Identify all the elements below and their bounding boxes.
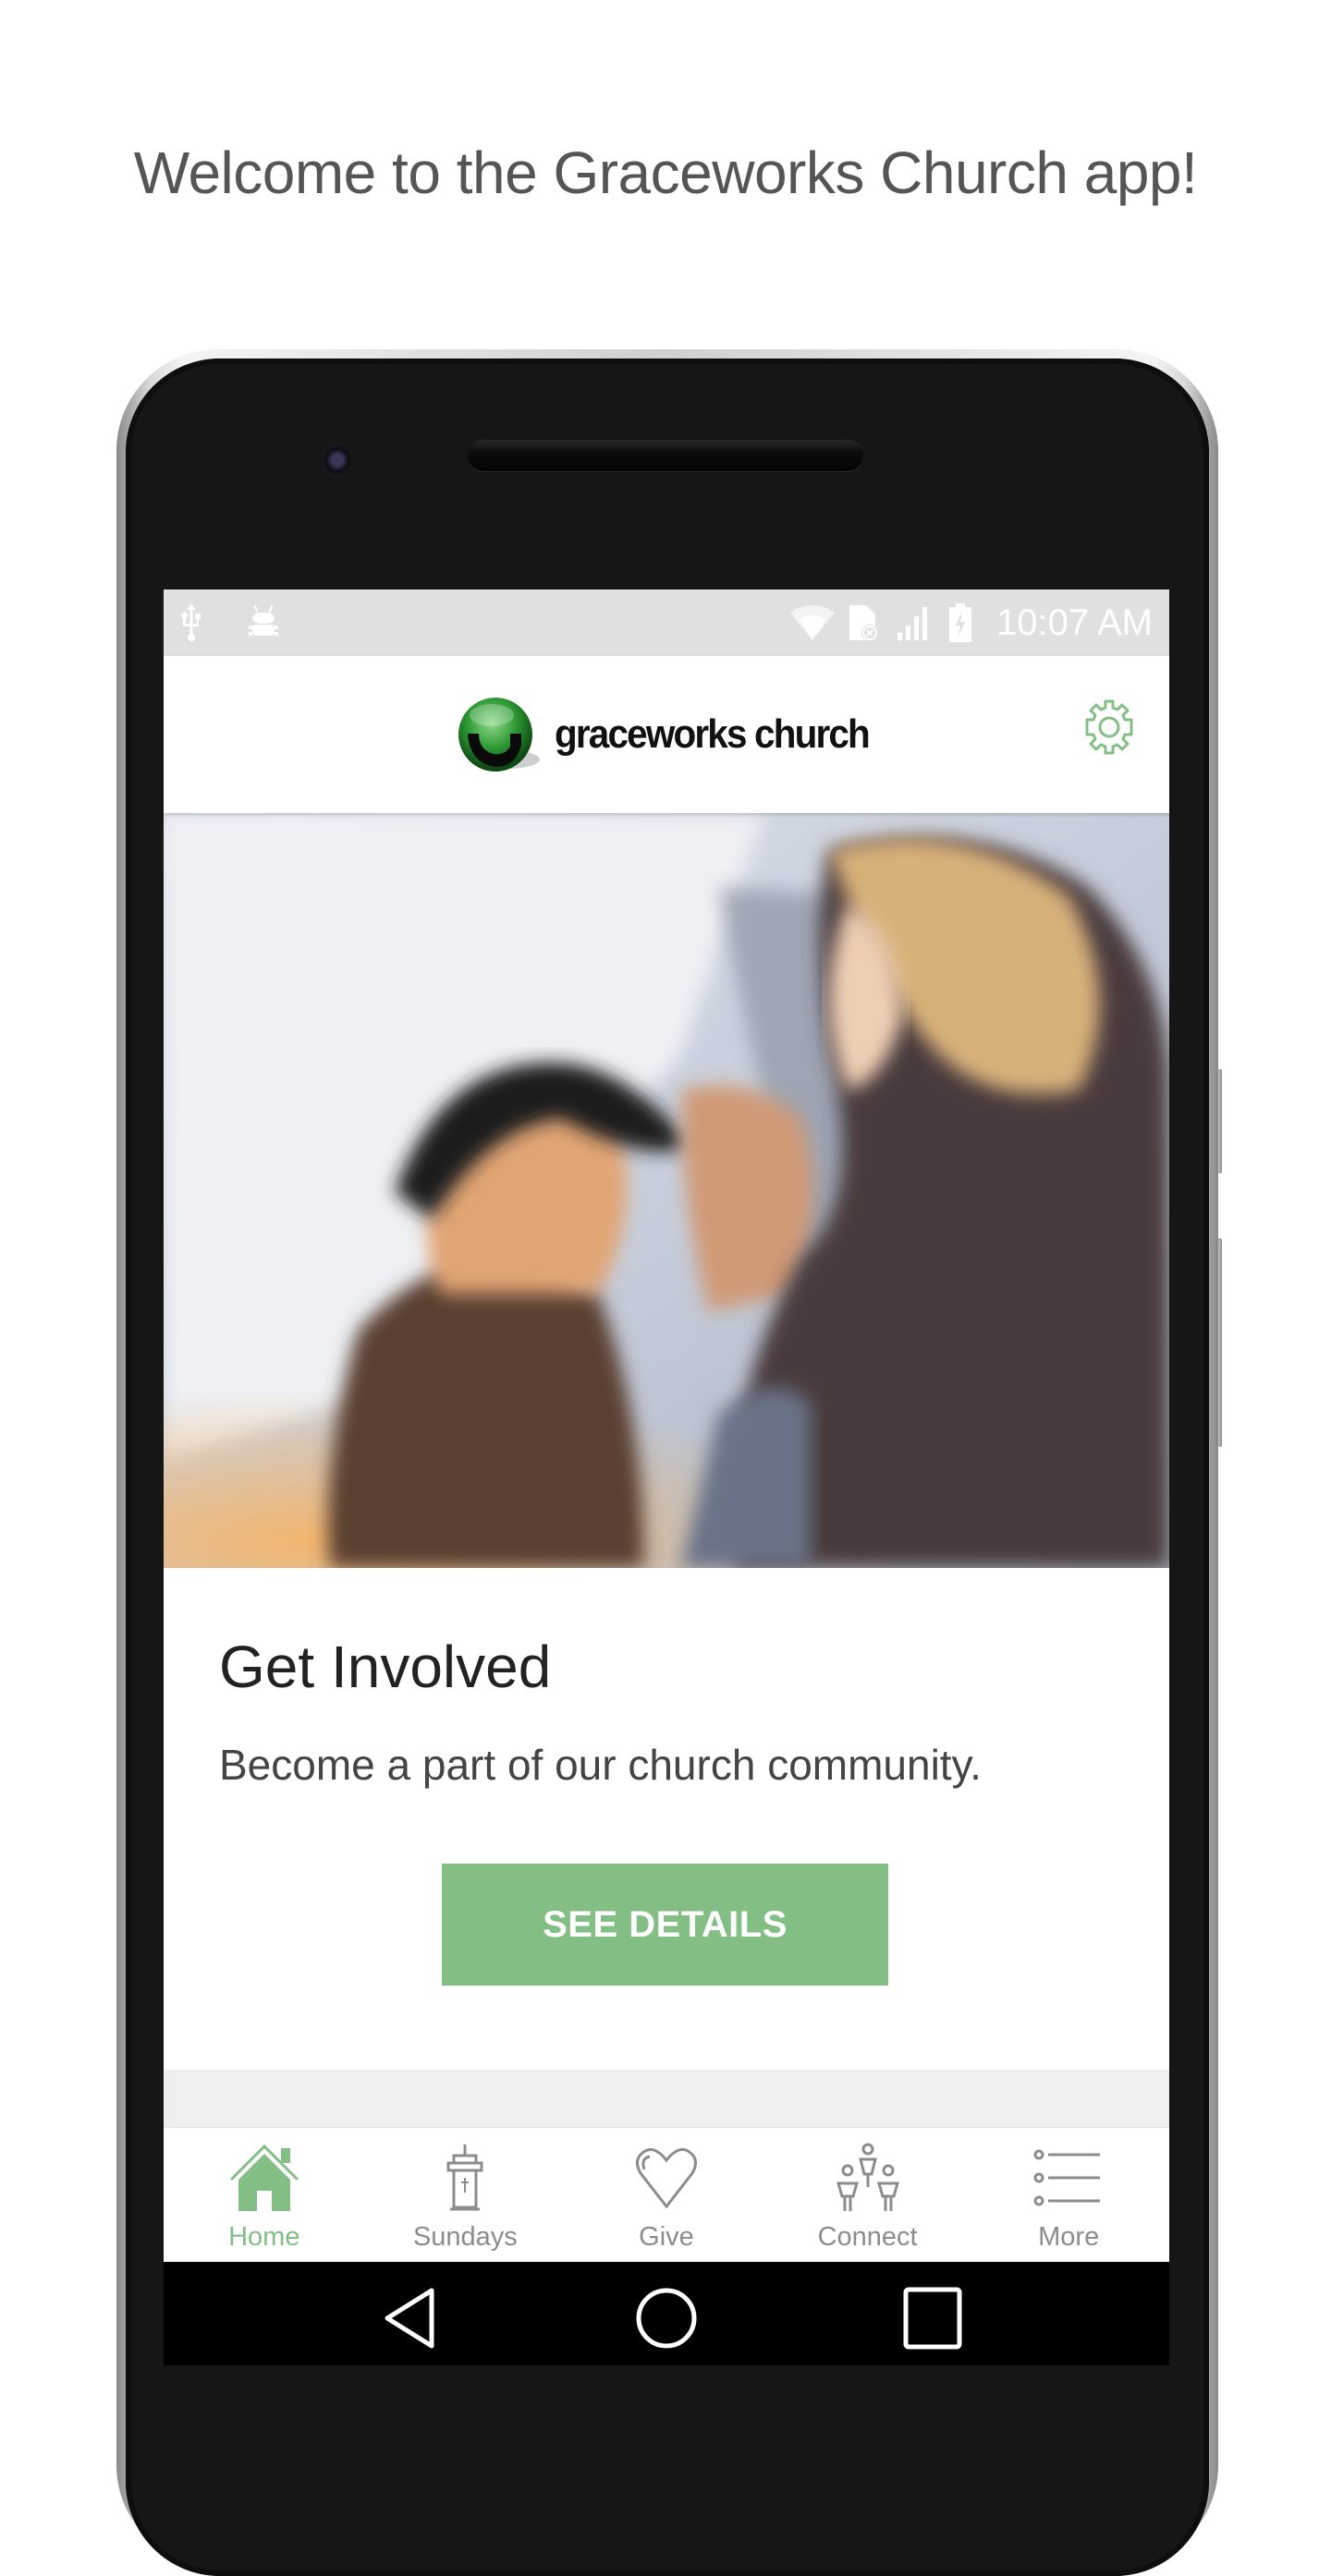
card-title: Get Involved — [219, 1634, 552, 1700]
app-header: graceworks church — [164, 656, 1169, 813]
content-spacer — [164, 2070, 1169, 2129]
usb-icon — [178, 603, 204, 641]
wifi-icon — [788, 604, 836, 641]
tab-home[interactable]: Home — [164, 2128, 365, 2265]
people-group-icon — [831, 2141, 905, 2215]
tab-label: Home — [228, 2222, 300, 2252]
tab-give[interactable]: Give — [566, 2128, 767, 2265]
tab-label: Give — [639, 2222, 694, 2252]
tab-connect[interactable]: Connect — [767, 2128, 969, 2265]
pulpit-icon — [428, 2141, 502, 2215]
status-time: 10:07 AM — [995, 602, 1153, 643]
home-icon — [227, 2141, 301, 2215]
card-subtitle: Become a part of our church community. — [219, 1741, 982, 1789]
front-camera — [322, 442, 353, 479]
signal-icon — [896, 604, 933, 641]
tab-label: More — [1038, 2222, 1100, 2252]
church-logo[interactable]: graceworks church — [455, 693, 897, 776]
android-debug-icon — [245, 604, 282, 641]
android-nav-bar — [164, 2262, 1169, 2365]
phone-screen: 10:07 AM graceworks church Get Involved … — [164, 589, 1169, 2365]
volume-button — [1216, 1069, 1222, 1173]
sim-missing-icon — [848, 604, 881, 641]
get-involved-card: Get Involved Become a part of our church… — [164, 1568, 1169, 2070]
earpiece-speaker — [468, 440, 863, 471]
tab-more[interactable]: More — [968, 2128, 1169, 2265]
recents-icon[interactable] — [896, 2286, 970, 2351]
tab-label: Sundays — [412, 2222, 518, 2252]
home-circle-icon[interactable] — [629, 2286, 703, 2351]
list-icon — [1032, 2141, 1105, 2215]
power-button — [1216, 1238, 1222, 1447]
logo-sphere-icon — [458, 698, 540, 772]
see-details-button[interactable]: SEE DETAILS — [442, 1864, 888, 1986]
welcome-headline: Welcome to the Graceworks Church app! — [133, 140, 1198, 206]
back-icon[interactable] — [372, 2286, 446, 2351]
tab-sundays[interactable]: Sundays — [365, 2128, 567, 2265]
heart-icon — [629, 2141, 703, 2215]
status-bar: 10:07 AM — [164, 589, 1169, 656]
settings-gear-icon[interactable] — [1081, 699, 1138, 756]
hero-image — [164, 813, 1169, 1568]
logo-text: graceworks church — [555, 711, 871, 757]
bottom-tab-bar: Home Sundays Give Connect More — [164, 2127, 1169, 2265]
battery-charging-icon — [947, 603, 973, 642]
tab-label: Connect — [817, 2222, 918, 2252]
